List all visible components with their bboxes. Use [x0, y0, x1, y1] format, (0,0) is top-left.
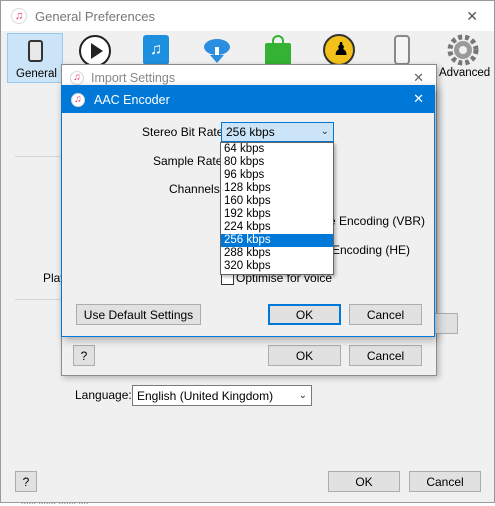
import-itunes-icon: ♫	[70, 71, 84, 85]
prefs-close-button[interactable]: ✕	[466, 8, 478, 25]
prefs-help-button[interactable]: ?	[15, 471, 37, 492]
toolbar-item-advanced[interactable]: Advanced	[433, 31, 493, 83]
toolbar-item-library[interactable]: ♫	[141, 33, 171, 67]
language-label: Language:	[75, 388, 132, 402]
language-value: English (United Kingdom)	[137, 388, 274, 403]
stereo-bit-rate-value: 256 kbps	[226, 125, 275, 139]
use-default-settings-button[interactable]: Use Default Settings	[76, 304, 201, 325]
aac-title-bar: ♫ AAC Encoder ✕	[62, 86, 434, 113]
toolbar-label-general: General	[16, 68, 57, 80]
parental-icon: ♟	[333, 39, 350, 59]
toolbar-item-playback[interactable]	[79, 35, 111, 67]
bit-rate-option[interactable]: 128 kbps	[221, 182, 333, 195]
music-library-icon: ♫	[143, 35, 169, 65]
prefs-bottom-partial-text: ...... ....... ....... ....	[21, 496, 89, 506]
aac-ok-button[interactable]: OK	[268, 304, 341, 325]
import-close-button[interactable]: ✕	[413, 70, 424, 86]
phone-icon	[28, 40, 43, 62]
store-bag-handle	[272, 35, 284, 47]
toolbar-item-downloads[interactable]	[201, 33, 233, 67]
prefs-title-bar: ♫ General Preferences ✕	[1, 1, 494, 31]
bit-rate-options-list[interactable]: 64 kbps 80 kbps 96 kbps 128 kbps 160 kbp…	[220, 142, 334, 275]
import-ok-button[interactable]: OK	[268, 345, 341, 366]
import-cancel-button[interactable]: Cancel	[349, 345, 422, 366]
prefs-ok-button[interactable]: OK	[328, 471, 400, 492]
aac-dialog-title: AAC Encoder	[94, 92, 170, 107]
device-icon	[394, 35, 410, 65]
he-checkbox-label: Encoding (HE)	[332, 243, 411, 257]
import-window-title: Import Settings	[91, 71, 176, 85]
aac-cancel-button[interactable]: Cancel	[349, 304, 422, 325]
bit-rate-option[interactable]: 80 kbps	[221, 156, 333, 169]
cloud-download-icon	[204, 39, 230, 63]
bit-rate-option[interactable]: 160 kbps	[221, 195, 333, 208]
bit-rate-option[interactable]: 192 kbps	[221, 208, 333, 221]
chevron-down-icon: ⌄	[298, 389, 307, 401]
vbr-checkbox-label: e Encoding (VBR)	[329, 214, 426, 228]
sample-rate-label: Sample Rate:	[153, 154, 226, 168]
itunes-icon: ♫	[11, 8, 27, 24]
toolbar-item-devices[interactable]	[391, 33, 413, 67]
channels-label: Channels:	[169, 182, 224, 196]
chevron-down-icon: ⌄	[320, 125, 329, 137]
bit-rate-option-selected[interactable]: 256 kbps	[221, 234, 333, 247]
play-icon	[91, 43, 103, 59]
import-partial-button[interactable]	[432, 313, 458, 334]
toolbar-label-advanced: Advanced	[439, 67, 491, 79]
toolbar-item-store[interactable]	[263, 35, 293, 67]
bit-rate-option[interactable]: 224 kbps	[221, 221, 333, 234]
stereo-bit-rate-dropdown[interactable]: 256 kbps ⌄	[221, 122, 334, 142]
prefs-separator-top	[15, 156, 65, 157]
bit-rate-option[interactable]: 96 kbps	[221, 169, 333, 182]
gear-icon	[447, 34, 479, 66]
language-dropdown[interactable]: English (United Kingdom) ⌄	[132, 385, 312, 406]
bit-rate-option[interactable]: 320 kbps	[221, 260, 333, 273]
toolbar-item-general[interactable]: General	[7, 33, 63, 83]
aac-itunes-icon: ♫	[71, 92, 85, 107]
toolbar-item-parental[interactable]: ♟	[323, 34, 355, 66]
aac-close-button[interactable]: ✕	[413, 91, 424, 107]
stereo-bit-rate-label: Stereo Bit Rate:	[142, 125, 227, 139]
bit-rate-option[interactable]: 288 kbps	[221, 247, 333, 260]
prefs-separator-mid	[15, 299, 65, 300]
prefs-cancel-button[interactable]: Cancel	[409, 471, 481, 492]
bit-rate-option[interactable]: 64 kbps	[221, 143, 333, 156]
import-help-button[interactable]: ?	[73, 345, 95, 366]
prefs-window-title: General Preferences	[35, 8, 155, 24]
